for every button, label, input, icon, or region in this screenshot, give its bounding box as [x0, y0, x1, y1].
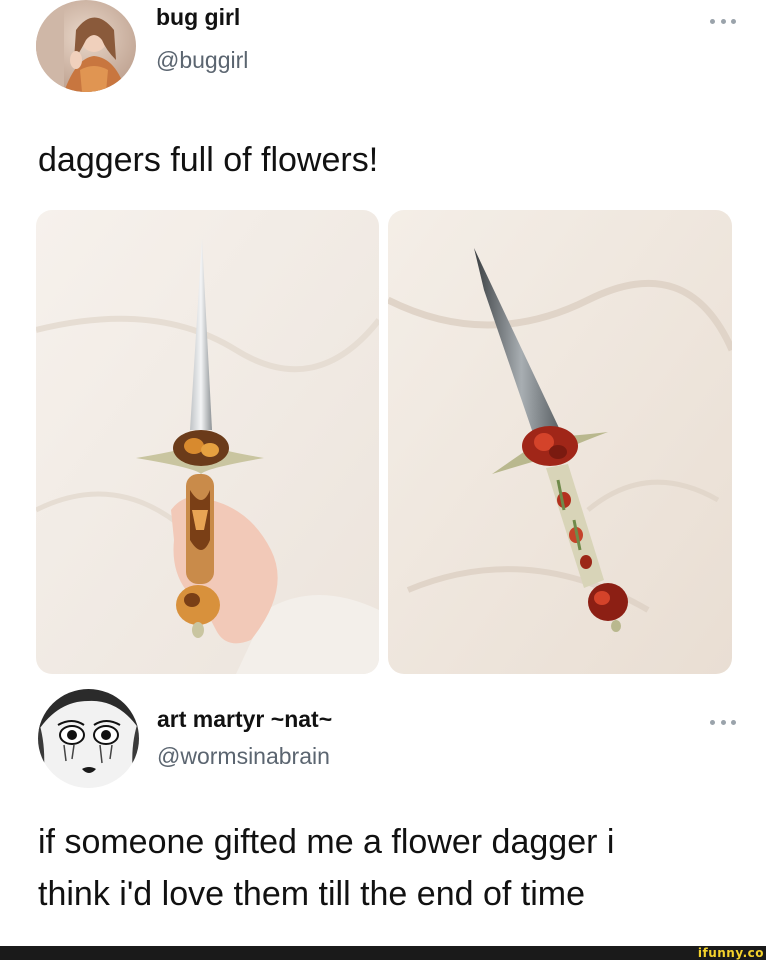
photo-dagger-in-hand[interactable] — [36, 210, 379, 674]
tweet-card-2: art martyr ~nat~ @wormsinabrain if someo… — [0, 680, 766, 946]
ellipsis-dot — [710, 18, 715, 24]
tweet-card-1: bug girl @buggirl daggers full of flower… — [0, 0, 766, 680]
display-name[interactable]: art martyr ~nat~ — [157, 706, 332, 733]
illustrated-face-avatar-icon — [38, 689, 139, 788]
ellipsis-dot — [720, 719, 726, 725]
user-handle[interactable]: @buggirl — [156, 47, 248, 74]
ellipsis-dot — [710, 719, 715, 725]
tweet-text-line-1: if someone gifted me a flower dagger i — [38, 823, 615, 861]
ifunny-watermark: ifunny.co — [697, 946, 764, 960]
more-options-button[interactable] — [710, 717, 736, 727]
footer-bar — [0, 946, 766, 960]
ellipsis-dot — [731, 719, 736, 725]
display-name[interactable]: bug girl — [156, 4, 240, 31]
user-handle[interactable]: @wormsinabrain — [157, 743, 330, 770]
tweet-text: daggers full of flowers! — [38, 141, 379, 179]
tweet-text-line-2: think i'd love them till the end of time — [38, 875, 585, 913]
dagger-roses-image-icon — [388, 210, 732, 674]
profile-photo-icon — [36, 0, 136, 92]
avatar[interactable] — [38, 689, 139, 788]
ellipsis-dot — [720, 18, 726, 24]
dagger-butterfly-image-icon — [36, 210, 379, 674]
tweet-text: if someone gifted me a flower dagger i t… — [38, 816, 614, 920]
avatar[interactable] — [36, 0, 136, 92]
photo-dagger-on-sheet[interactable] — [388, 210, 732, 674]
ellipsis-dot — [731, 18, 736, 24]
more-options-button[interactable] — [710, 16, 736, 26]
